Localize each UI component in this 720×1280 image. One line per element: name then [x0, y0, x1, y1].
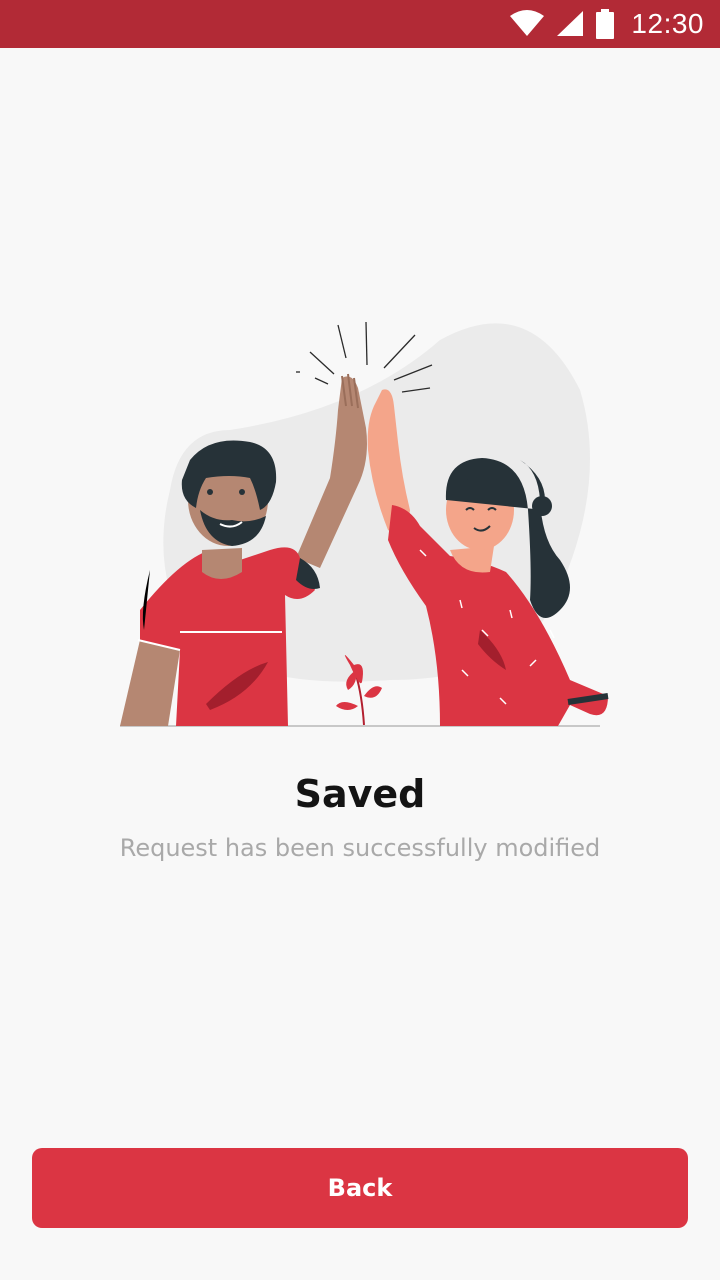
status-bar: 12:30: [0, 0, 720, 48]
wifi-icon: [509, 10, 545, 38]
high-five-illustration: [110, 310, 610, 730]
status-time: 12:30: [631, 8, 704, 39]
status-icons: 12:30: [509, 0, 704, 48]
signal-icon: [555, 10, 585, 38]
success-title: Saved: [294, 772, 426, 816]
success-subtitle: Request has been successfully modified: [119, 834, 601, 862]
back-button[interactable]: Back: [32, 1148, 688, 1228]
battery-icon: [595, 9, 615, 39]
